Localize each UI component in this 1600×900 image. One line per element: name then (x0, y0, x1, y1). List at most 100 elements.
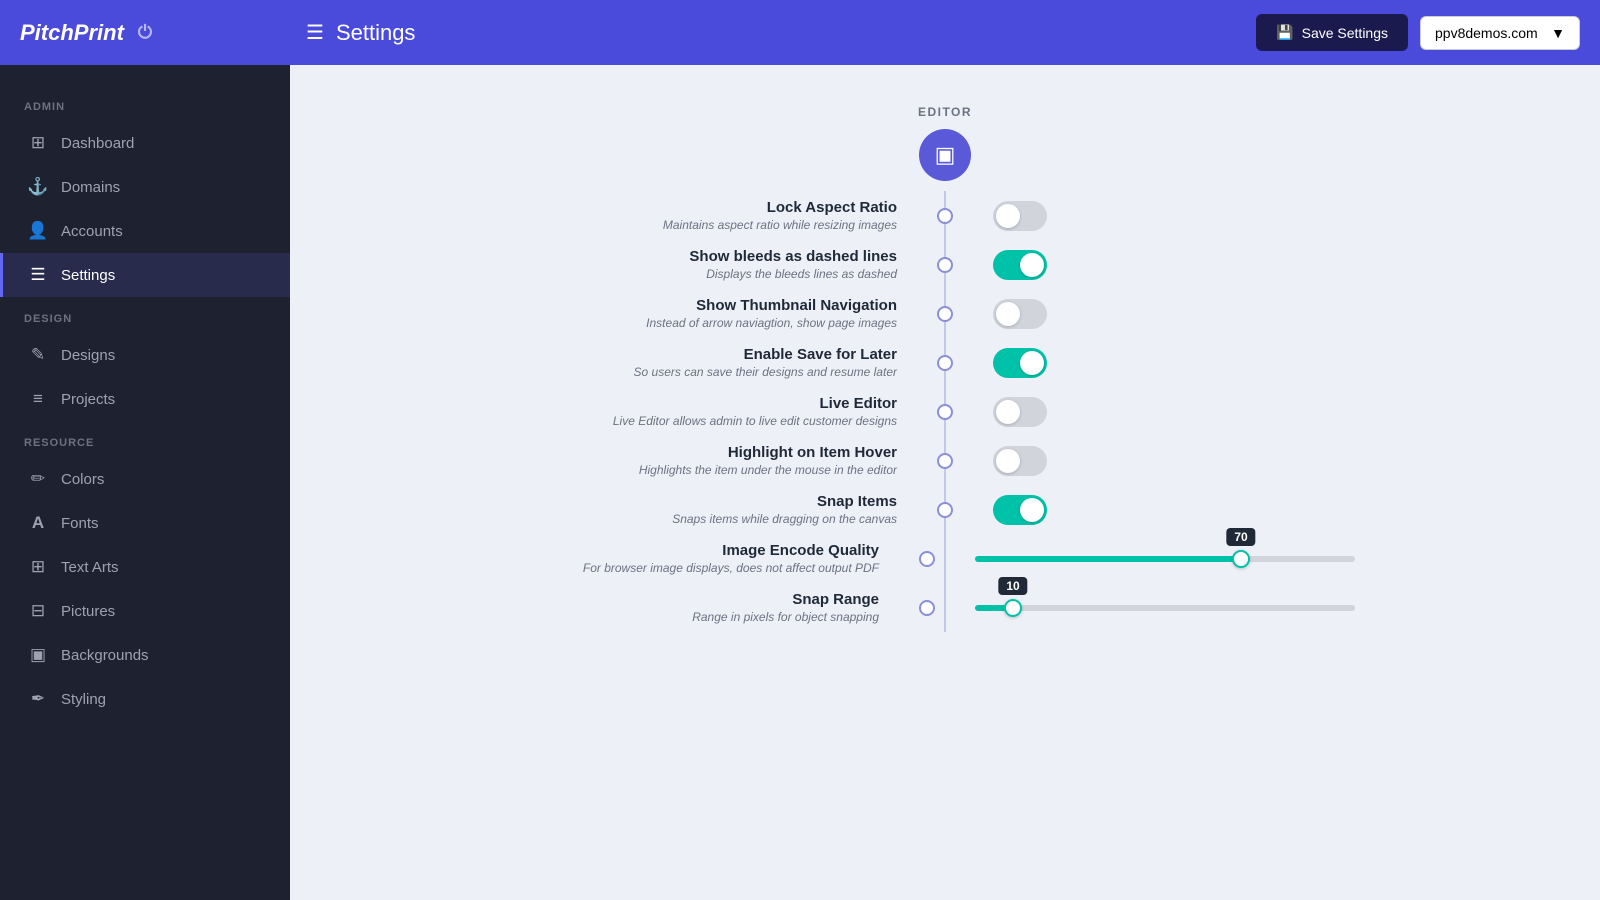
setting-left-highlight-hover: Highlight on Item Hover Highlights the i… (535, 444, 937, 477)
sidebar-item-label: Projects (61, 391, 115, 408)
fonts-icon: A (27, 513, 49, 533)
domain-value: ppv8demos.com (1435, 25, 1538, 41)
sidebar-item-label: Dashboard (61, 135, 134, 152)
sidebar-item-label: Styling (61, 691, 106, 708)
main-layout: ADMIN ⊞ Dashboard ⚓ Domains 👤 Accounts ☰… (0, 65, 1600, 900)
toggle-live-editor[interactable] (993, 397, 1047, 427)
setting-right: 70 (935, 556, 1355, 562)
setting-title: Snap Items (535, 493, 897, 510)
dropdown-arrow: ▼ (1551, 25, 1565, 41)
setting-title: Snap Range (535, 591, 879, 608)
editor-icon: ▣ (935, 142, 956, 168)
setting-desc: Maintains aspect ratio while resizing im… (535, 218, 897, 232)
sidebar-item-dashboard[interactable]: ⊞ Dashboard (0, 121, 290, 165)
setting-title: Lock Aspect Ratio (535, 199, 897, 216)
sidebar-item-accounts[interactable]: 👤 Accounts (0, 209, 290, 253)
domains-icon: ⚓ (27, 177, 49, 197)
sidebar-item-backgrounds[interactable]: ▣ Backgrounds (0, 633, 290, 677)
setting-row-show-thumbnail: Show Thumbnail Navigation Instead of arr… (535, 289, 1355, 338)
toggle-highlight-hover[interactable] (993, 446, 1047, 476)
setting-desc: Range in pixels for object snapping (535, 610, 879, 624)
setting-desc: Live Editor allows admin to live edit cu… (535, 414, 897, 428)
setting-title: Enable Save for Later (535, 346, 897, 363)
setting-desc: So users can save their designs and resu… (535, 365, 897, 379)
sidebar-item-label: Fonts (61, 515, 99, 532)
save-settings-button[interactable]: 💾 Save Settings (1256, 14, 1408, 51)
sidebar: ADMIN ⊞ Dashboard ⚓ Domains 👤 Accounts ☰… (0, 65, 290, 900)
setting-right (953, 348, 1355, 378)
setting-title: Image Encode Quality (535, 542, 879, 559)
setting-left-snap-items: Snap Items Snaps items while dragging on… (535, 493, 937, 526)
setting-desc: Displays the bleeds lines as dashed (535, 267, 897, 281)
content-area: EDITOR ▣ Lock Aspect Ratio Maintains asp… (290, 65, 1600, 900)
settings-list: Lock Aspect Ratio Maintains aspect ratio… (535, 191, 1355, 632)
settings-panel: EDITOR ▣ Lock Aspect Ratio Maintains asp… (535, 105, 1355, 860)
sidebar-item-label: Text Arts (61, 559, 119, 576)
setting-left-show-thumbnail: Show Thumbnail Navigation Instead of arr… (535, 297, 937, 330)
colors-icon: ✏ (27, 469, 49, 489)
setting-right: 10 (935, 605, 1355, 611)
setting-desc: For browser image displays, does not aff… (535, 561, 879, 575)
toggle-show-thumbnail[interactable] (993, 299, 1047, 329)
slider-track (975, 605, 1355, 611)
slider-track (975, 556, 1355, 562)
accounts-icon: 👤 (27, 221, 49, 241)
setting-row-highlight-hover: Highlight on Item Hover Highlights the i… (535, 436, 1355, 485)
setting-title: Show Thumbnail Navigation (535, 297, 897, 314)
setting-row-snap-range: Snap Range Range in pixels for object sn… (535, 583, 1355, 632)
sidebar-item-settings[interactable]: ☰ Settings (0, 253, 290, 297)
sidebar-item-domains[interactable]: ⚓ Domains (0, 165, 290, 209)
editor-label: EDITOR (918, 105, 972, 119)
setting-row-lock-aspect-ratio: Lock Aspect Ratio Maintains aspect ratio… (535, 191, 1355, 240)
setting-title: Live Editor (535, 395, 897, 412)
slider-image-encode-quality[interactable]: 70 (975, 556, 1355, 562)
slider-thumb[interactable] (1232, 550, 1250, 568)
slider-thumb[interactable] (1004, 599, 1022, 617)
design-section-label: DESIGN (0, 297, 290, 333)
setting-dot (937, 453, 953, 469)
setting-desc: Highlights the item under the mouse in t… (535, 463, 897, 477)
sidebar-item-pictures[interactable]: ⊟ Pictures (0, 589, 290, 633)
sidebar-item-fonts[interactable]: A Fonts (0, 501, 290, 545)
sidebar-item-styling[interactable]: ✒ Styling (0, 677, 290, 721)
setting-dot (937, 257, 953, 273)
setting-dot (937, 502, 953, 518)
setting-right (953, 299, 1355, 329)
projects-icon: ≡ (27, 389, 49, 409)
toggle-lock-aspect-ratio[interactable] (993, 201, 1047, 231)
power-icon[interactable]: ⏻ (138, 22, 152, 43)
sidebar-item-projects[interactable]: ≡ Projects (0, 377, 290, 421)
sidebar-item-label: Accounts (61, 223, 123, 240)
logo: PitchPrint ⏻ (20, 20, 290, 46)
save-icon: 💾 (1276, 24, 1293, 41)
toggle-show-bleeds[interactable] (993, 250, 1047, 280)
setting-right (953, 201, 1355, 231)
sidebar-item-label: Pictures (61, 603, 115, 620)
sidebar-item-colors[interactable]: ✏ Colors (0, 457, 290, 501)
setting-left-snap-range: Snap Range Range in pixels for object sn… (535, 591, 919, 624)
logo-text: PitchPrint (20, 20, 124, 46)
setting-dot (919, 600, 935, 616)
slider-snap-range[interactable]: 10 (975, 605, 1355, 611)
editor-icon-circle: ▣ (919, 129, 971, 181)
toggle-enable-save[interactable] (993, 348, 1047, 378)
toggle-snap-items[interactable] (993, 495, 1047, 525)
topbar: PitchPrint ⏻ ☰ Settings 💾 Save Settings … (0, 0, 1600, 65)
setting-dot (919, 551, 935, 567)
pictures-icon: ⊟ (27, 601, 49, 621)
setting-title: Show bleeds as dashed lines (535, 248, 897, 265)
setting-left-lock-aspect-ratio: Lock Aspect Ratio Maintains aspect ratio… (535, 199, 937, 232)
resource-section-label: RESOURCE (0, 421, 290, 457)
slider-tooltip-image-encode: 70 (1226, 528, 1255, 546)
domain-selector[interactable]: ppv8demos.com ▼ (1420, 16, 1580, 50)
setting-right (953, 250, 1355, 280)
setting-left-image-encode-quality: Image Encode Quality For browser image d… (535, 542, 919, 575)
slider-fill (975, 556, 1241, 562)
sidebar-item-textarts[interactable]: ⊞ Text Arts (0, 545, 290, 589)
sidebar-item-designs[interactable]: ✎ Designs (0, 333, 290, 377)
designs-icon: ✎ (27, 345, 49, 365)
editor-section-header: EDITOR ▣ (918, 105, 972, 181)
admin-section-label: ADMIN (0, 85, 290, 121)
setting-right (953, 397, 1355, 427)
setting-dot (937, 355, 953, 371)
